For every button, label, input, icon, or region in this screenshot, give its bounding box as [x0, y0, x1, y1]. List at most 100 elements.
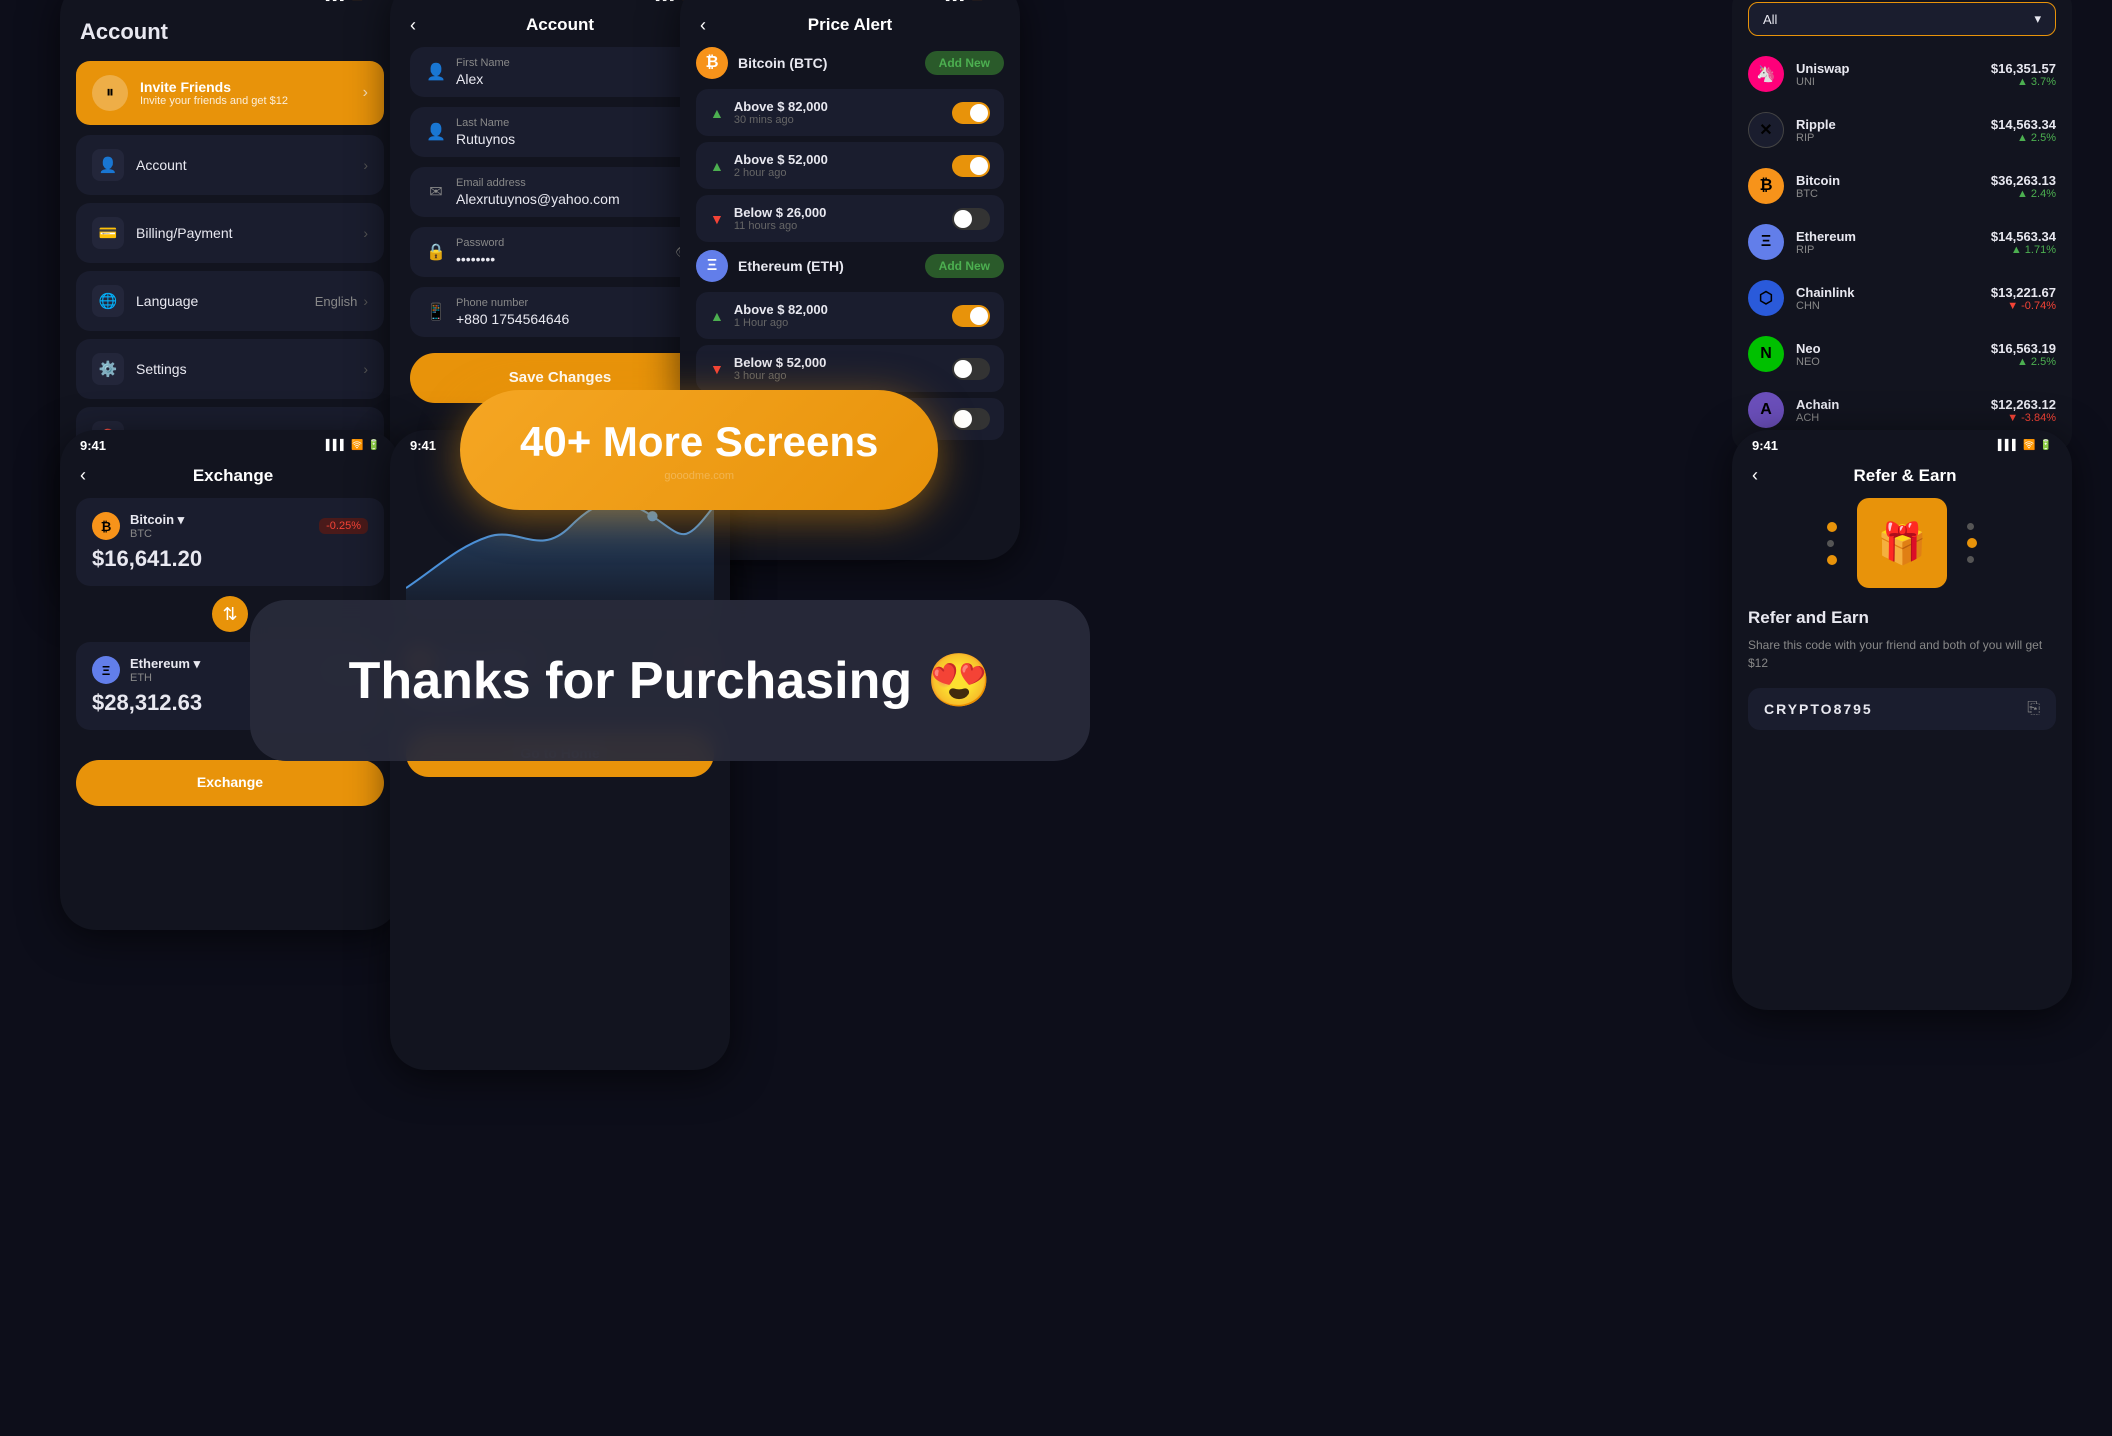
neo-logo: N [1748, 336, 1784, 372]
exchange-button[interactable]: Exchange [76, 760, 384, 806]
form-body: 👤 First Name Alex 👤 Last Name Rutuynos ✉… [390, 47, 730, 403]
thanks-text: Thanks for Purchasing 😍 [349, 652, 992, 710]
dropdown-icon: ▾ [2034, 11, 2041, 27]
menu-item-settings[interactable]: ⚙️ Settings › [76, 339, 384, 399]
bitcoin-alert-section: ₿ Bitcoin (BTC) Add New ▲ Above $ 82,000… [680, 47, 1020, 242]
btc-add-new-button[interactable]: Add New [925, 51, 1004, 75]
crypto-row-chainlink: ⬡ Chainlink CHN $13,221.67 ▼ -0.74% [1732, 270, 2072, 326]
uniswap-logo: 🦄 [1748, 56, 1784, 92]
settings-icon: ⚙️ [92, 353, 124, 385]
dot-4 [1967, 523, 1974, 530]
filter-value: All [1763, 12, 1777, 27]
swap-icon[interactable]: ⇅ [212, 596, 248, 632]
refer-body: 🎁 Refer and Earn Share this code with yo… [1732, 498, 2072, 730]
phone-value: +880 1754564646 [456, 311, 694, 327]
status-bar-3: 9:41 ▌▌▌ 🛜 🔋 [680, 0, 1020, 7]
phone-label: Phone number [456, 297, 694, 309]
status-bar-1: 9:41 ▌▌▌ 🛜 🔋 [60, 0, 400, 7]
menu-item-billing[interactable]: 💳 Billing/Payment › [76, 203, 384, 263]
refer-earn-title: Refer and Earn [1748, 608, 2056, 628]
eth-add-new-button[interactable]: Add New [925, 254, 1004, 278]
refer-earn-desc: Share this code with your friend and bot… [1748, 636, 2056, 672]
account-label: Account [136, 157, 187, 173]
down-arrow-icon: ▼ [710, 211, 724, 227]
settings-chevron-icon: › [363, 361, 368, 377]
invite-icon: ⏸ [92, 75, 128, 111]
up-arrow-icon-3: ▲ [710, 308, 724, 324]
time-2: 9:41 [410, 0, 436, 3]
language-value: English [315, 294, 358, 309]
eth-name: Ethereum (ETH) [738, 258, 844, 274]
status-bar-2: 9:41 ▌▌▌ 🛜 🔋 [390, 0, 730, 7]
eth-toggle-3[interactable] [952, 408, 990, 430]
gift-icon: 🎁 [1857, 498, 1947, 588]
btc-alert-1: ▲ Above $ 82,000 30 mins ago [696, 89, 1004, 136]
menu-item-language[interactable]: 🌐 Language English › [76, 271, 384, 331]
alert-toggle-2[interactable] [952, 155, 990, 177]
save-btn-label: Save Changes [509, 369, 612, 386]
exchange-btc-logo: ₿ [92, 512, 120, 540]
dot-1 [1827, 522, 1837, 532]
first-name-value: Alex [456, 71, 694, 87]
status-bar-4: 9:41 ▌▌▌ 🛜 🔋 [60, 430, 400, 457]
form-title: Account [526, 15, 594, 35]
price-alert-header: ‹ Price Alert [680, 7, 1020, 47]
alert-toggle-1[interactable] [952, 102, 990, 124]
status-bar-6: 9:41 ▌▌▌ 🛜 🔋 [1732, 430, 2072, 457]
price-alert-back-button[interactable]: ‹ [700, 15, 706, 36]
billing-chevron-icon: › [363, 225, 368, 241]
more-screens-badge: 40+ More Screens gooodme.com [460, 390, 938, 510]
thanks-overlay: Thanks for Purchasing 😍 [250, 600, 1090, 761]
status-icons-3: ▌▌▌ 🛜 🔋 [946, 0, 1000, 1]
invite-banner[interactable]: ⏸ Invite Friends Invite your friends and… [76, 61, 384, 125]
exchange-eth-logo: Ξ [92, 656, 120, 684]
time-4: 9:41 [80, 438, 106, 453]
crypto-row-neo: N Neo NEO $16,563.19 ▲ 2.5% [1732, 326, 2072, 382]
language-icon: 🌐 [92, 285, 124, 317]
last-name-value: Rutuynos [456, 131, 694, 147]
dot-2 [1827, 540, 1834, 547]
last-name-label: Last Name [456, 117, 694, 129]
billing-label: Billing/Payment [136, 225, 233, 241]
filter-select[interactable]: All ▾ [1748, 2, 2056, 36]
down-arrow-icon-2: ▼ [710, 361, 724, 377]
refer-header: ‹ Refer & Earn [1732, 457, 2072, 498]
language-label: Language [136, 293, 198, 309]
email-icon: ✉ [426, 182, 446, 202]
ethereum-logo-list: Ξ [1748, 224, 1784, 260]
copy-icon[interactable]: ⎘ [2027, 700, 2040, 718]
phone-icon: 📱 [426, 302, 446, 322]
time-3: 9:41 [700, 0, 726, 3]
filter-bar: All ▾ [1732, 2, 2072, 46]
exchange-title: Exchange [86, 466, 380, 486]
menu-item-account[interactable]: 👤 Account › [76, 135, 384, 195]
btc-logo: ₿ [696, 47, 728, 79]
crypto-row-bitcoin: ₿ Bitcoin BTC $36,263.13 ▲ 2.4% [1732, 158, 2072, 214]
menu-list: ⏸ Invite Friends Invite your friends and… [60, 53, 400, 483]
account-title: Account [60, 7, 400, 53]
invite-chevron-icon: › [363, 84, 368, 102]
crypto-row-ethereum-list: Ξ Ethereum RIP $14,563.34 ▲ 1.71% [1732, 214, 2072, 270]
btc-alert-3: ▼ Below $ 26,000 11 hours ago [696, 195, 1004, 242]
alert-toggle-3[interactable] [952, 208, 990, 230]
last-name-input[interactable]: 👤 Last Name Rutuynos [410, 107, 710, 157]
btc-alert-2: ▲ Above $ 52,000 2 hour ago [696, 142, 1004, 189]
email-label: Email address [456, 177, 694, 189]
eth-toggle-1[interactable] [952, 305, 990, 327]
phone-input[interactable]: 📱 Phone number +880 1754564646 [410, 287, 710, 337]
settings-label: Settings [136, 361, 187, 377]
password-input[interactable]: 🔒 Password •••••••• 👁 [410, 227, 710, 277]
status-icons-1: ▌▌▌ 🛜 🔋 [326, 0, 380, 1]
more-screens-text: 40+ More Screens [520, 418, 878, 465]
email-input[interactable]: ✉ Email address Alexrutuynos@yahoo.com [410, 167, 710, 217]
dot-3 [1827, 555, 1837, 565]
time-1: 9:41 [80, 0, 106, 3]
account-chevron-icon: › [363, 157, 368, 173]
form-header: ‹ Account [390, 7, 730, 47]
up-arrow-icon: ▲ [710, 105, 724, 121]
first-name-input[interactable]: 👤 First Name Alex [410, 47, 710, 97]
btc-change-badge: -0.25% [319, 518, 368, 534]
language-chevron-icon: › [363, 293, 368, 309]
eth-toggle-2[interactable] [952, 358, 990, 380]
form-back-button[interactable]: ‹ [410, 15, 416, 36]
